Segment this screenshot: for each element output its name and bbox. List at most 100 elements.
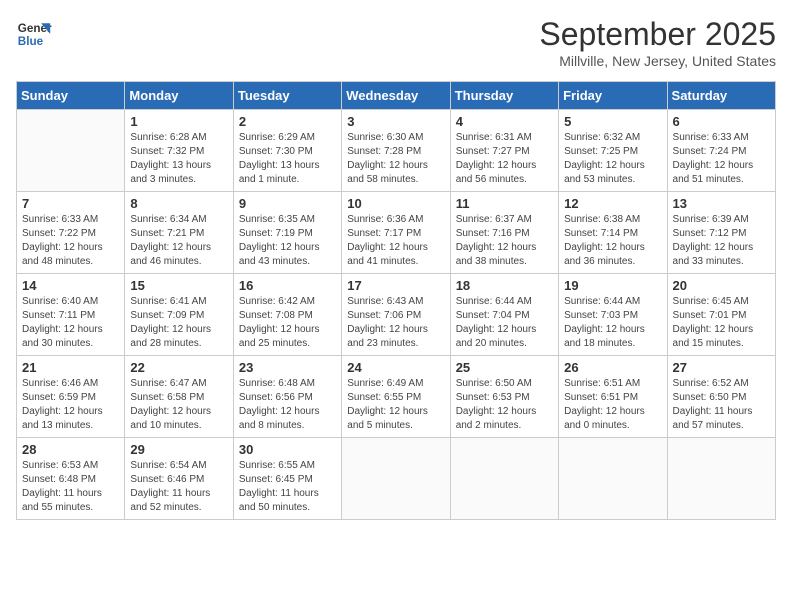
day-number: 26 [564,360,661,375]
day-info: Sunrise: 6:41 AM Sunset: 7:09 PM Dayligh… [130,295,227,351]
day-of-week-header: Wednesday [342,82,450,110]
day-of-week-header: Monday [125,82,233,110]
calendar-day-cell: 18Sunrise: 6:44 AM Sunset: 7:04 PM Dayli… [450,274,558,356]
title-block: September 2025 Millville, New Jersey, Un… [539,16,776,69]
day-number: 9 [239,196,336,211]
day-info: Sunrise: 6:40 AM Sunset: 7:11 PM Dayligh… [22,295,119,351]
day-of-week-header: Friday [559,82,667,110]
day-info: Sunrise: 6:39 AM Sunset: 7:12 PM Dayligh… [673,213,770,269]
day-info: Sunrise: 6:50 AM Sunset: 6:53 PM Dayligh… [456,377,553,433]
calendar-week-row: 28 Sunrise: 6:53 AM Sunset: 6:48 PM Dayli… [17,438,776,520]
day-info: Sunrise: 6:34 AM Sunset: 7:21 PM Dayligh… [130,213,227,269]
calendar-day-cell: 19 Sunrise: 6:44 AM Sunset: 7:03 PM Dayli… [559,274,667,356]
day-info: Sunrise: 6:36 AM Sunset: 7:17 PM Dayligh… [347,213,444,269]
day-number: 16 [239,278,336,293]
location-subtitle: Millville, New Jersey, United States [539,53,776,69]
day-number: 11 [456,196,553,211]
day-of-week-header: Saturday [667,82,775,110]
day-info: Sunrise: 6:37 AM Sunset: 7:16 PM Dayligh… [456,213,553,269]
day-info: Sunrise: 6:51 AM Sunset: 6:51 PM Dayligh… [564,377,661,433]
calendar-day-cell: 8 Sunrise: 6:34 AM Sunset: 7:21 PM Daylig… [125,192,233,274]
calendar-day-cell: 4Sunrise: 6:31 AM Sunset: 7:27 PM Daylig… [450,110,558,192]
calendar-day-cell: 5 Sunrise: 6:32 AM Sunset: 7:25 PM Daylig… [559,110,667,192]
calendar-day-cell: 23 Sunrise: 6:48 AM Sunset: 6:56 PM Dayli… [233,356,341,438]
calendar-day-cell [450,438,558,520]
logo: General Blue [16,16,52,52]
day-info: Sunrise: 6:44 AM Sunset: 7:03 PM Dayligh… [564,295,661,351]
calendar-day-cell: 10 Sunrise: 6:36 AM Sunset: 7:17 PM Dayli… [342,192,450,274]
day-info: Sunrise: 6:44 AM Sunset: 7:04 PM Dayligh… [456,295,553,351]
day-info: Sunrise: 6:46 AM Sunset: 6:59 PM Dayligh… [22,377,119,433]
calendar-day-cell: 30 Sunrise: 6:55 AM Sunset: 6:45 PM Dayli… [233,438,341,520]
day-info: Sunrise: 6:42 AM Sunset: 7:08 PM Dayligh… [239,295,336,351]
day-number: 5 [564,114,661,129]
calendar-day-cell: 15 Sunrise: 6:41 AM Sunset: 7:09 PM Dayli… [125,274,233,356]
day-info: Sunrise: 6:52 AM Sunset: 6:50 PM Dayligh… [673,377,770,433]
day-number: 14 [22,278,119,293]
calendar-day-cell: 24Sunrise: 6:49 AM Sunset: 6:55 PM Dayli… [342,356,450,438]
calendar-day-cell: 21 Sunrise: 6:46 AM Sunset: 6:59 PM Dayli… [17,356,125,438]
calendar-table: SundayMondayTuesdayWednesdayThursdayFrid… [16,81,776,520]
day-of-week-header: Sunday [17,82,125,110]
day-of-week-header: Tuesday [233,82,341,110]
day-info: Sunrise: 6:33 AM Sunset: 7:24 PM Dayligh… [673,131,770,187]
calendar-day-cell: 7Sunrise: 6:33 AM Sunset: 7:22 PM Daylig… [17,192,125,274]
logo-icon: General Blue [16,16,52,52]
calendar-header-row: SundayMondayTuesdayWednesdayThursdayFrid… [17,82,776,110]
day-number: 20 [673,278,770,293]
day-info: Sunrise: 6:43 AM Sunset: 7:06 PM Dayligh… [347,295,444,351]
day-number: 8 [130,196,227,211]
calendar-day-cell [559,438,667,520]
day-info: Sunrise: 6:47 AM Sunset: 6:58 PM Dayligh… [130,377,227,433]
day-number: 6 [673,114,770,129]
calendar-day-cell: 28 Sunrise: 6:53 AM Sunset: 6:48 PM Dayli… [17,438,125,520]
day-number: 19 [564,278,661,293]
calendar-day-cell: 2Sunrise: 6:29 AM Sunset: 7:30 PM Daylig… [233,110,341,192]
calendar-day-cell: 13Sunrise: 6:39 AM Sunset: 7:12 PM Dayli… [667,192,775,274]
day-number: 28 [22,442,119,457]
day-info: Sunrise: 6:31 AM Sunset: 7:27 PM Dayligh… [456,131,553,187]
day-number: 3 [347,114,444,129]
day-number: 25 [456,360,553,375]
calendar-day-cell: 27 Sunrise: 6:52 AM Sunset: 6:50 PM Dayli… [667,356,775,438]
calendar-day-cell: 12 Sunrise: 6:38 AM Sunset: 7:14 PM Dayli… [559,192,667,274]
day-number: 10 [347,196,444,211]
day-info: Sunrise: 6:33 AM Sunset: 7:22 PM Dayligh… [22,213,119,269]
day-number: 29 [130,442,227,457]
calendar-day-cell: 9 Sunrise: 6:35 AM Sunset: 7:19 PM Daylig… [233,192,341,274]
day-info: Sunrise: 6:54 AM Sunset: 6:46 PM Dayligh… [130,459,227,515]
calendar-day-cell: 1 Sunrise: 6:28 AM Sunset: 7:32 PM Daylig… [125,110,233,192]
day-info: Sunrise: 6:29 AM Sunset: 7:30 PM Dayligh… [239,131,336,187]
day-info: Sunrise: 6:53 AM Sunset: 6:48 PM Dayligh… [22,459,119,515]
calendar-day-cell: 3 Sunrise: 6:30 AM Sunset: 7:28 PM Daylig… [342,110,450,192]
day-info: Sunrise: 6:38 AM Sunset: 7:14 PM Dayligh… [564,213,661,269]
page-header: General Blue September 2025 Millville, N… [16,16,776,69]
calendar-day-cell: 6 Sunrise: 6:33 AM Sunset: 7:24 PM Daylig… [667,110,775,192]
day-number: 12 [564,196,661,211]
calendar-day-cell: 17 Sunrise: 6:43 AM Sunset: 7:06 PM Dayli… [342,274,450,356]
day-number: 1 [130,114,227,129]
day-info: Sunrise: 6:55 AM Sunset: 6:45 PM Dayligh… [239,459,336,515]
day-info: Sunrise: 6:45 AM Sunset: 7:01 PM Dayligh… [673,295,770,351]
day-info: Sunrise: 6:32 AM Sunset: 7:25 PM Dayligh… [564,131,661,187]
calendar-week-row: 14 Sunrise: 6:40 AM Sunset: 7:11 PM Dayli… [17,274,776,356]
day-info: Sunrise: 6:48 AM Sunset: 6:56 PM Dayligh… [239,377,336,433]
day-number: 30 [239,442,336,457]
day-info: Sunrise: 6:30 AM Sunset: 7:28 PM Dayligh… [347,131,444,187]
calendar-day-cell: 25 Sunrise: 6:50 AM Sunset: 6:53 PM Dayli… [450,356,558,438]
day-number: 24 [347,360,444,375]
day-number: 21 [22,360,119,375]
day-number: 17 [347,278,444,293]
day-number: 23 [239,360,336,375]
day-number: 15 [130,278,227,293]
calendar-day-cell [17,110,125,192]
calendar-day-cell: 20 Sunrise: 6:45 AM Sunset: 7:01 PM Dayli… [667,274,775,356]
calendar-day-cell [667,438,775,520]
day-info: Sunrise: 6:28 AM Sunset: 7:32 PM Dayligh… [130,131,227,187]
day-info: Sunrise: 6:35 AM Sunset: 7:19 PM Dayligh… [239,213,336,269]
calendar-day-cell: 11 Sunrise: 6:37 AM Sunset: 7:16 PM Dayli… [450,192,558,274]
calendar-day-cell [342,438,450,520]
calendar-week-row: 1 Sunrise: 6:28 AM Sunset: 7:32 PM Daylig… [17,110,776,192]
month-title: September 2025 [539,16,776,53]
day-number: 27 [673,360,770,375]
